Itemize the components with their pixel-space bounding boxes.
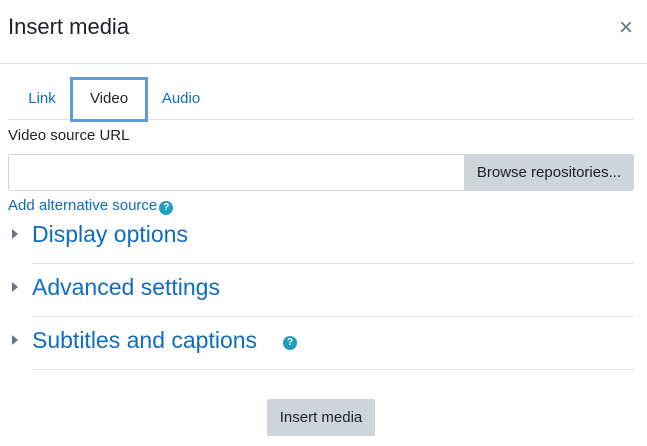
dialog-header: Insert media × xyxy=(0,0,647,64)
section-advanced-settings[interactable]: Advanced settings xyxy=(8,264,634,317)
video-source-label: Video source URL xyxy=(8,127,130,144)
video-source-url-input[interactable] xyxy=(8,154,465,191)
tab-video[interactable]: Video xyxy=(70,77,148,122)
dialog-title: Insert media xyxy=(8,14,130,39)
section-display-options-heading[interactable]: Display options xyxy=(32,221,188,248)
section-display-options[interactable]: Display options xyxy=(8,211,634,264)
section-subtitles-and-captions[interactable]: Subtitles and captions ? xyxy=(8,317,634,370)
tab-audio[interactable]: Audio xyxy=(158,77,204,120)
browse-repositories-button[interactable]: Browse repositories... xyxy=(464,154,634,191)
caret-right-icon[interactable] xyxy=(12,335,18,345)
section-subtitles-and-captions-heading[interactable]: Subtitles and captions xyxy=(32,327,257,354)
media-type-tabs: Link Video Audio xyxy=(8,77,634,122)
divider xyxy=(32,369,634,370)
caret-right-icon[interactable] xyxy=(12,229,18,239)
section-advanced-settings-heading[interactable]: Advanced settings xyxy=(32,274,220,301)
tab-link[interactable]: Link xyxy=(20,77,64,120)
caret-right-icon[interactable] xyxy=(12,282,18,292)
close-icon[interactable]: × xyxy=(612,14,640,42)
insert-media-button[interactable]: Insert media xyxy=(267,399,375,436)
help-icon[interactable]: ? xyxy=(283,336,297,350)
